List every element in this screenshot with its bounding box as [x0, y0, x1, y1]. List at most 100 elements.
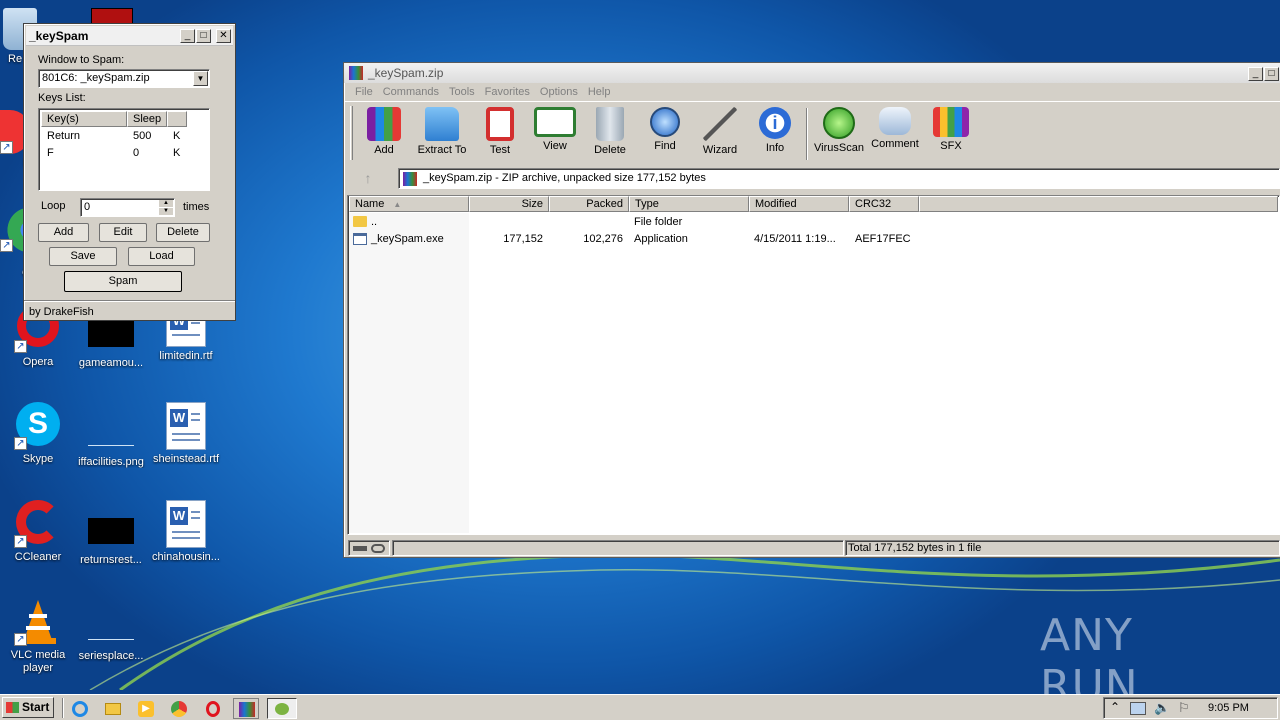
- toolbar-comment-button[interactable]: Comment: [866, 105, 924, 161]
- toolbar-grip: [350, 106, 353, 160]
- volume-icon[interactable]: 🔈: [1154, 700, 1170, 716]
- toolbar-test-button[interactable]: Test: [471, 105, 529, 161]
- column-header-crc32[interactable]: CRC32: [849, 196, 919, 212]
- network-icon[interactable]: [1130, 702, 1146, 715]
- window-select[interactable]: 801C6: _keySpam.zip ▼: [38, 69, 210, 88]
- load-button[interactable]: Load: [128, 247, 195, 266]
- status-icons: [348, 540, 390, 556]
- file-size: 177,152: [503, 233, 543, 245]
- toolbar-extract-button[interactable]: Extract To: [413, 105, 471, 161]
- footer-divider: [24, 300, 235, 302]
- menu-favorites[interactable]: Favorites: [480, 84, 535, 100]
- menu-options[interactable]: Options: [535, 84, 583, 100]
- file-type: Application: [634, 233, 688, 245]
- desktop-icon-returnsrest[interactable]: returnsrest...: [73, 500, 149, 566]
- clock[interactable]: 9:05 PM: [1208, 702, 1249, 714]
- info-icon: i: [759, 107, 791, 139]
- toolbar-separator: [345, 101, 1280, 102]
- sleep-column-header[interactable]: Sleep: [127, 111, 167, 127]
- drive-icon: [353, 546, 367, 551]
- desktop-icon-seriesplace[interactable]: seriesplace...: [73, 598, 149, 662]
- word-document-icon: W: [166, 500, 206, 548]
- desktop-icon-chinahousing[interactable]: W chinahousin...: [148, 500, 224, 563]
- column-header-type[interactable]: Type: [629, 196, 749, 212]
- maximize-button[interactable]: □: [1264, 67, 1279, 81]
- keyspam-icon: [275, 703, 289, 715]
- toolbar-add-button[interactable]: Add: [355, 105, 413, 161]
- table-row[interactable]: _keySpam.exe 177,152 102,276 Application…: [349, 231, 911, 247]
- watermark: ANY RUN: [1040, 610, 1240, 712]
- skype-icon: S ↗: [14, 402, 62, 450]
- explorer-taskbar-button[interactable]: [100, 698, 126, 719]
- close-button[interactable]: ✕: [216, 29, 231, 43]
- chrome-taskbar-button[interactable]: [166, 698, 192, 719]
- column-header-name[interactable]: Name ▲: [349, 196, 469, 212]
- image-thumbnail-icon: [88, 614, 134, 640]
- maximize-button[interactable]: □: [196, 29, 211, 43]
- delete-key-button[interactable]: Delete: [156, 223, 210, 242]
- toolbar-add-label: Add: [374, 144, 394, 156]
- menu-tools[interactable]: Tools: [444, 84, 480, 100]
- desktop-icon-iffacilities[interactable]: iffacilities.png: [73, 402, 149, 468]
- magnifier-icon: [650, 107, 680, 137]
- toolbar-wizard-button[interactable]: Wizard: [691, 105, 749, 161]
- menu-file[interactable]: File: [350, 84, 378, 100]
- column-header-filler: [919, 196, 1278, 212]
- toolbar-delete-button[interactable]: Delete: [581, 105, 639, 161]
- spam-button[interactable]: Spam: [64, 271, 182, 292]
- keyspam-taskbar-button[interactable]: [267, 698, 297, 719]
- extract-folder-icon: [425, 107, 459, 141]
- edit-key-button[interactable]: Edit: [99, 223, 147, 242]
- loop-input[interactable]: 0 ▲ ▼: [80, 198, 175, 217]
- desktop-icon-vlc[interactable]: ↗ VLC media player: [0, 598, 76, 675]
- keys-list-label: Keys List:: [38, 92, 86, 104]
- menu-commands[interactable]: Commands: [378, 84, 444, 100]
- magic-wand-icon: [703, 107, 737, 141]
- toolbar-sfx-button[interactable]: SFX: [922, 105, 980, 161]
- save-button[interactable]: Save: [49, 247, 117, 266]
- keys-list[interactable]: Key(s) Sleep Return 500 K F 0 K: [38, 108, 210, 191]
- ie-taskbar-button[interactable]: [67, 698, 93, 719]
- toolbar-virusscan-button[interactable]: VirusScan: [810, 105, 868, 161]
- file-crc32: AEF17FEC: [855, 233, 911, 245]
- toolbar-view-button[interactable]: View: [526, 105, 584, 161]
- word-document-icon: W: [166, 402, 206, 450]
- opera-taskbar-button[interactable]: [200, 698, 226, 719]
- address-bar[interactable]: _keySpam.zip - ZIP archive, unpacked siz…: [398, 168, 1280, 189]
- key-icon: [371, 544, 385, 553]
- spin-up-button[interactable]: ▲: [159, 200, 173, 207]
- show-hidden-icons-button[interactable]: ⌃: [1110, 700, 1120, 714]
- chevron-down-icon[interactable]: ▼: [193, 71, 208, 86]
- minimize-button[interactable]: _: [1248, 67, 1263, 81]
- desktop-icon-sheinstead[interactable]: W sheinstead.rtf: [148, 402, 224, 465]
- file-name: ..: [371, 216, 378, 228]
- column-header-modified[interactable]: Modified: [749, 196, 849, 212]
- action-center-flag-icon[interactable]: ⚐: [1178, 700, 1190, 716]
- up-one-level-button[interactable]: ↑: [355, 168, 381, 188]
- title-bar[interactable]: _keySpam.zip _ □: [344, 63, 1280, 83]
- comment-icon: [879, 107, 911, 135]
- toolbar-find-button[interactable]: Find: [636, 105, 694, 161]
- list-item[interactable]: Return 500 K: [39, 128, 209, 144]
- toolbar-info-button[interactable]: i Info: [746, 105, 804, 161]
- start-button[interactable]: Start: [2, 697, 54, 718]
- menu-help[interactable]: Help: [583, 84, 616, 100]
- list-item[interactable]: F 0 K: [39, 145, 209, 161]
- minimize-button[interactable]: _: [180, 29, 195, 43]
- spin-down-button[interactable]: ▼: [159, 208, 173, 215]
- title-bar[interactable]: _keySpam _ □ ✕: [26, 26, 233, 46]
- ie-icon: [72, 701, 88, 717]
- winrar-taskbar-button[interactable]: [233, 698, 259, 719]
- chrome-icon: [171, 701, 187, 717]
- folder-icon: [105, 703, 121, 715]
- toolbar-test-label: Test: [489, 144, 511, 156]
- toolbar-find-label: Find: [654, 140, 676, 152]
- desktop-icon-skype[interactable]: S ↗ Skype: [0, 402, 76, 465]
- media-player-taskbar-button[interactable]: ▶: [133, 698, 159, 719]
- add-key-button[interactable]: Add: [38, 223, 89, 242]
- desktop-icon-ccleaner[interactable]: ↗ CCleaner: [0, 500, 76, 563]
- keys-column-header[interactable]: Key(s): [41, 111, 127, 127]
- table-row[interactable]: .. File folder: [349, 214, 909, 230]
- column-header-size[interactable]: Size: [469, 196, 549, 212]
- column-header-packed[interactable]: Packed: [549, 196, 629, 212]
